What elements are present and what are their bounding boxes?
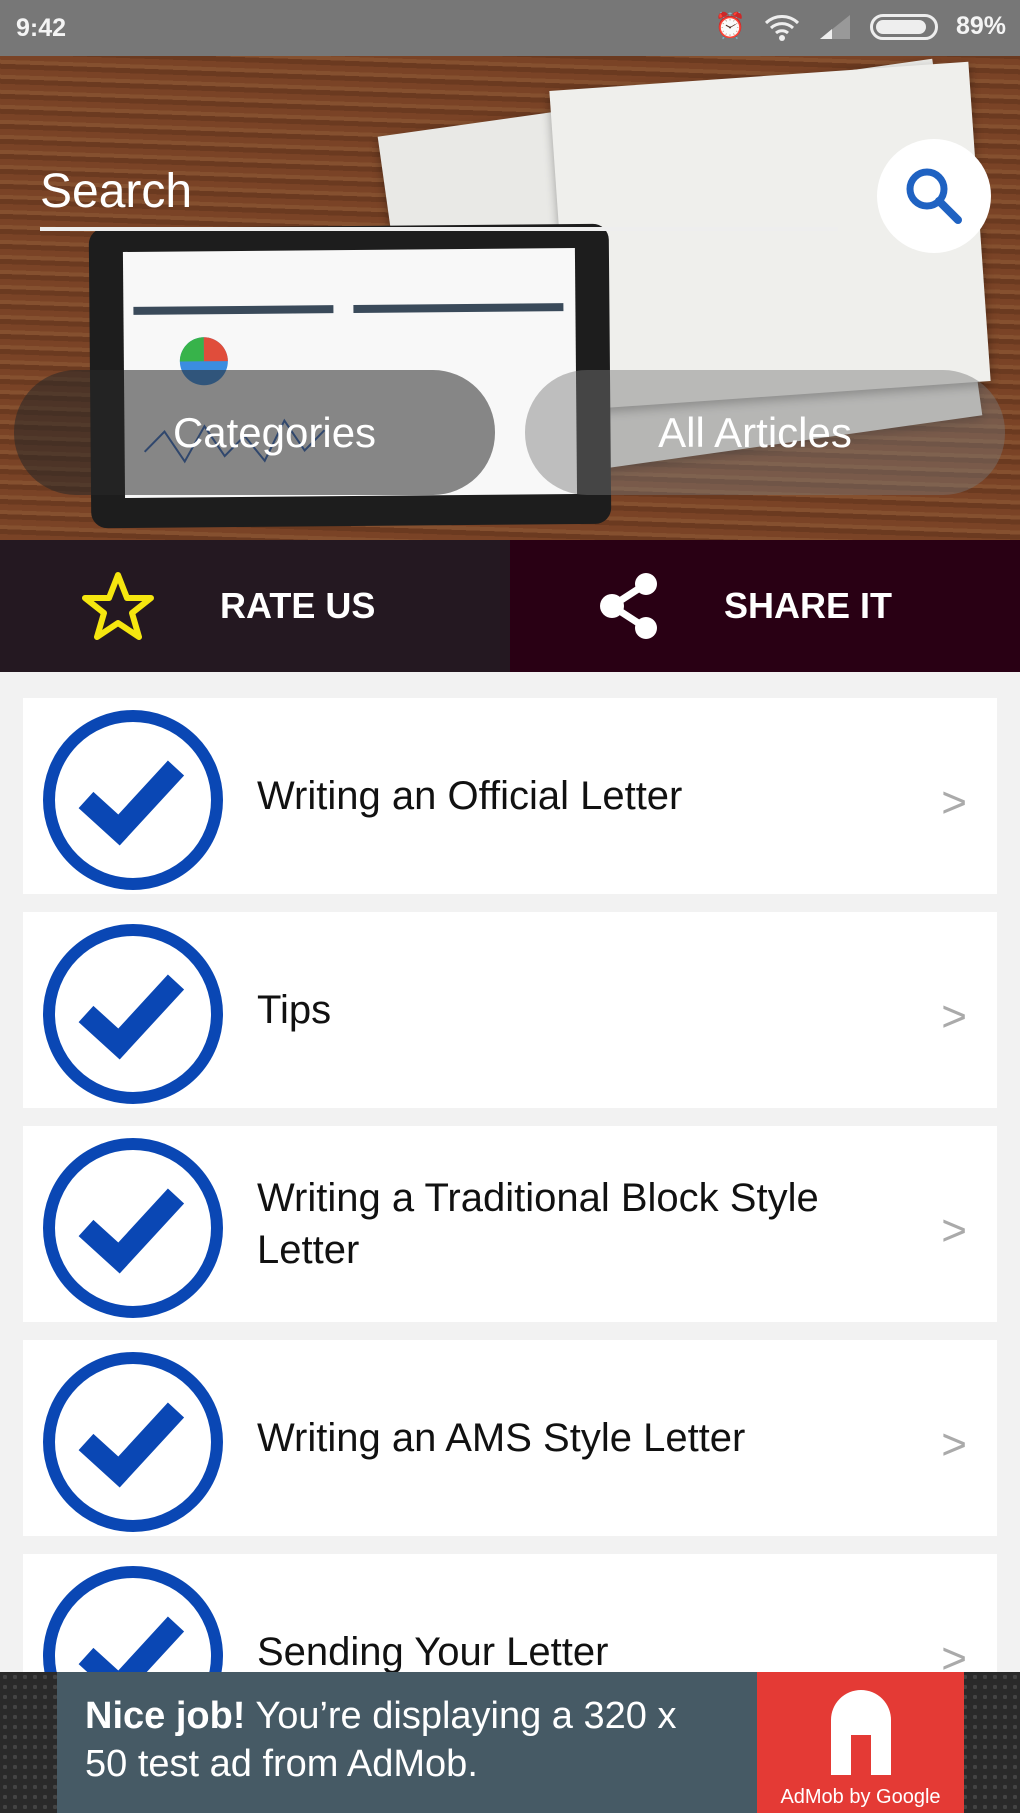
search-button[interactable]	[877, 139, 991, 253]
check-circle-icon	[43, 1138, 223, 1318]
article-title: Writing an AMS Style Letter	[257, 1416, 746, 1460]
admob-brand: AdMob by Google	[780, 1786, 941, 1808]
wifi-icon	[764, 14, 799, 41]
battery-percent: 89%	[955, 12, 1006, 40]
chevron-right-icon: >	[941, 778, 967, 827]
share-it-button[interactable]: SHARE IT	[510, 540, 1020, 672]
admob-logo: AdMob by Google	[757, 1672, 964, 1813]
article-list-item[interactable]: Writing an Official Letter >	[23, 698, 997, 894]
battery-icon	[869, 13, 938, 40]
header-banner: Search Categories All Articles	[0, 56, 1020, 540]
article-title: Writing an Official Letter	[257, 774, 683, 818]
ad-text[interactable]: Nice job! You’re displaying a 320 x 50 t…	[57, 1672, 757, 1813]
alarm-icon: ⏰	[714, 12, 746, 40]
check-circle-icon	[43, 924, 223, 1104]
check-circle-icon	[43, 710, 223, 890]
article-list-item[interactable]: Writing a Traditional Block Style Letter…	[23, 1126, 997, 1322]
article-title: Sending Your Letter	[257, 1630, 609, 1674]
chevron-right-icon: >	[941, 1206, 967, 1255]
search-input[interactable]: Search	[40, 164, 192, 219]
check-circle-icon	[43, 1352, 223, 1532]
signal-icon	[819, 14, 850, 39]
article-list: Writing an Official Letter > Tips > Writing …	[23, 698, 997, 1768]
chevron-right-icon: >	[941, 1420, 967, 1469]
ad-bold: Nice job!	[85, 1695, 246, 1737]
share-it-label: SHARE IT	[724, 585, 893, 626]
rate-us-label: RATE US	[220, 585, 376, 626]
article-title: Tips	[257, 988, 332, 1032]
ad-banner[interactable]: Nice job! You’re displaying a 320 x 50 t…	[0, 1672, 1020, 1813]
search-icon	[906, 168, 962, 224]
categories-button[interactable]: Categories	[14, 370, 495, 495]
chevron-right-icon: >	[941, 992, 967, 1041]
article-list-item[interactable]: Writing an AMS Style Letter >	[23, 1340, 997, 1536]
article-list-item[interactable]: Tips >	[23, 912, 997, 1108]
star-icon	[82, 572, 154, 640]
all-articles-label: All Articles	[658, 408, 852, 456]
categories-label: Categories	[172, 408, 377, 456]
status-bar: 9:42 ⏰ 89%	[0, 0, 1020, 56]
search-underline	[40, 227, 838, 231]
share-icon	[600, 573, 657, 639]
all-articles-button[interactable]: All Articles	[525, 370, 1005, 495]
article-title: Writing a Traditional Block Style Letter	[257, 1176, 819, 1272]
rate-us-button[interactable]: RATE US	[0, 540, 510, 672]
status-time: 9:42	[16, 14, 67, 42]
